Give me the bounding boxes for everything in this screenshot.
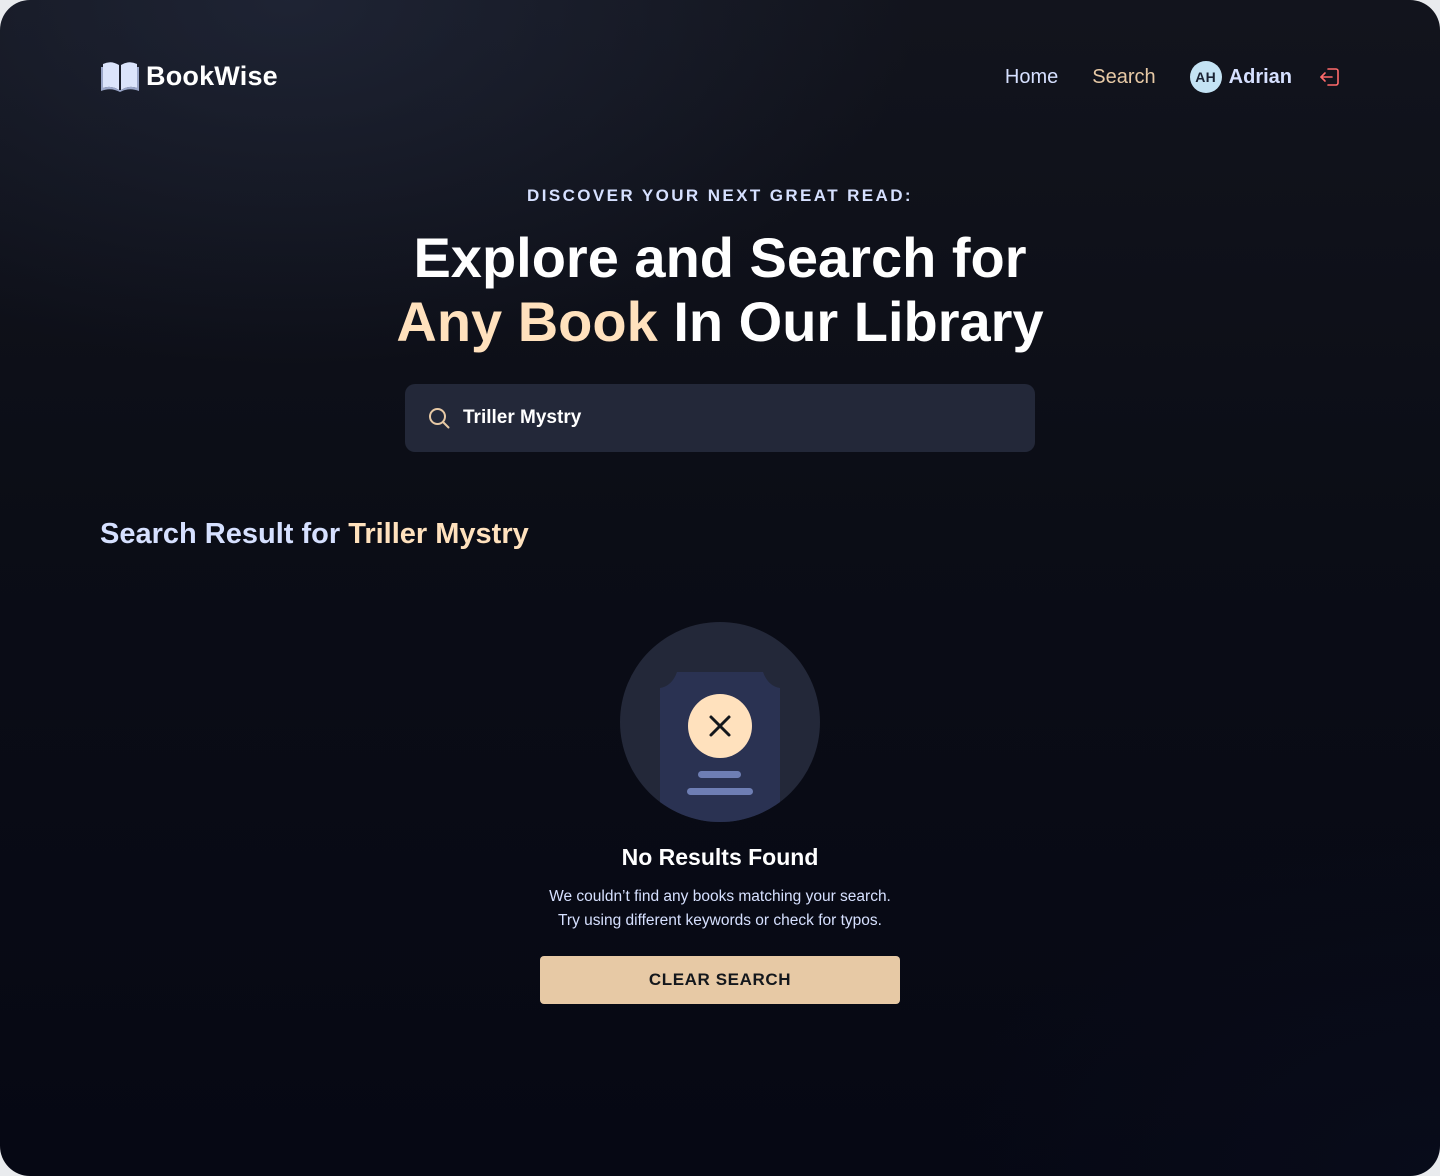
logout-icon[interactable] [1318, 65, 1342, 89]
results-heading: Search Result for Triller Mystry [100, 518, 529, 551]
main-nav: Home Search AH Adrian [1005, 60, 1342, 94]
clear-search-button[interactable]: CLEAR SEARCH [540, 956, 900, 1004]
nav-home-link[interactable]: Home [1005, 66, 1058, 89]
user-menu[interactable]: AH Adrian [1189, 61, 1292, 93]
open-book-icon [101, 62, 139, 92]
user-name: Adrian [1228, 65, 1292, 88]
empty-state-title: No Results Found [621, 844, 819, 870]
hero-title-line1: Explore and Search for [413, 226, 1027, 289]
hero-title-accent: Any Book [396, 290, 658, 353]
results-query: Triller Mystry [348, 518, 529, 550]
results-heading-prefix: Search Result for [100, 518, 341, 550]
nav-search-link[interactable]: Search [1092, 66, 1155, 89]
app-name: BookWise [146, 60, 278, 91]
empty-state-description: We couldn’t find any books matching your… [0, 885, 1440, 933]
app-window: BookWise Home Search AH Adrian DISCOVER … [0, 0, 1440, 1176]
avatar: AH [1189, 61, 1222, 93]
logo[interactable]: BookWise [100, 58, 278, 94]
hero-title: Explore and Search for Any Book In Our L… [0, 226, 1440, 354]
empty-state-line1: We couldn’t find any books matching your… [549, 888, 891, 905]
hero-title-rest: In Our Library [673, 290, 1044, 353]
search-icon [429, 408, 450, 429]
no-results-book-icon [620, 622, 820, 822]
empty-state-line2: Try using different keywords or check fo… [558, 912, 882, 929]
search-bar[interactable] [405, 384, 1035, 452]
hero-eyebrow: DISCOVER YOUR NEXT GREAT READ: [527, 186, 913, 205]
search-input[interactable] [463, 398, 1035, 438]
